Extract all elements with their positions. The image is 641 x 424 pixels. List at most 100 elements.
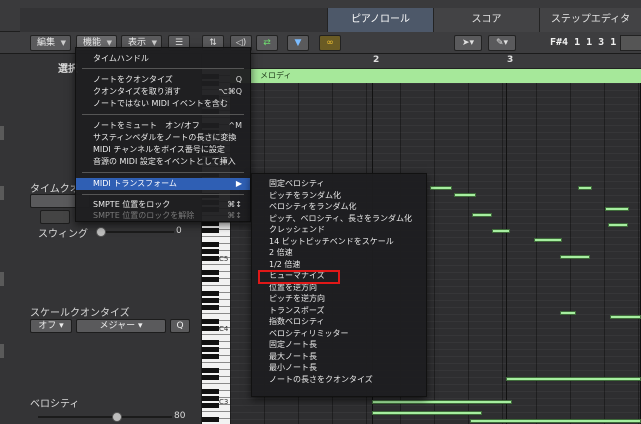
submenu-item-label: クレッシェンド (269, 225, 325, 234)
swing-slider-track[interactable] (100, 231, 174, 233)
submenu-item-label: 14 ビットピッチベンドをスケール (269, 236, 394, 246)
tab-bar-blank (20, 8, 327, 32)
piano-black-key[interactable] (202, 325, 219, 331)
piano-black-key[interactable] (202, 304, 219, 310)
submenu-item-min-note-length[interactable]: 最小ノート長 (252, 362, 426, 374)
panel-edge-handle[interactable] (0, 344, 4, 358)
tab-step-editor[interactable]: ステップエディタ (539, 8, 641, 32)
menu-item-quantize-notes[interactable]: ノートをクオンタイズ Q (76, 74, 250, 86)
submenu-item-fixed-note-length[interactable]: 固定ノート長 (252, 339, 426, 351)
menu-item-undo-quantize[interactable]: クオンタイズを取り消す ⌥⌘Q (76, 86, 250, 98)
key-label-c5: C5 (219, 255, 229, 263)
piano-black-key[interactable] (202, 346, 219, 352)
menu-item-shortcut: Q (235, 75, 242, 84)
midi-note[interactable] (605, 207, 629, 211)
menu-item-label: MIDI トランスフォーム (93, 179, 177, 188)
menu-item-channel-to-voice[interactable]: MIDI チャンネルをボイス番号に設定 (76, 144, 250, 156)
midi-note[interactable] (560, 311, 576, 315)
scale-off-label: オフ (38, 321, 57, 331)
link-icon: ∞ (326, 38, 334, 48)
menu-item-time-handles[interactable]: タイムハンドル (76, 53, 250, 65)
catch-button[interactable]: ⇄ (256, 35, 278, 51)
submenu-arrow-icon: ▶ (235, 179, 242, 188)
midi-note[interactable] (578, 186, 592, 190)
scale-root-popup[interactable]: オフ ▾ (30, 319, 72, 333)
midi-note[interactable] (372, 411, 482, 415)
scale-quantize-button[interactable]: Q (170, 319, 190, 333)
submenu-item-exponential-velocity[interactable]: 指数ベロシティ (252, 316, 426, 328)
piano-black-key[interactable] (202, 248, 219, 254)
piano-black-key[interactable] (202, 269, 219, 275)
swing-value: 0 (176, 226, 182, 236)
edit-menu-button[interactable]: 編集 ▼ (30, 35, 71, 51)
midi-note[interactable] (454, 193, 476, 197)
midi-note[interactable] (470, 419, 641, 423)
submenu-item-double-speed[interactable]: 2 倍速 (252, 247, 426, 259)
menu-item-insert-instrument-midi[interactable]: 音源の MIDI 設定をイベントとして挿入 (76, 156, 250, 168)
tab-score[interactable]: スコア (433, 8, 539, 32)
pencil-tool-button[interactable]: ✎▾ (488, 35, 516, 51)
filter-button[interactable]: ▼ (287, 35, 309, 51)
midi-note[interactable] (372, 400, 512, 404)
submenu-item-max-note-length[interactable]: 最大ノート長 (252, 351, 426, 363)
piano-black-key[interactable] (202, 290, 219, 296)
menu-item-sustain-to-length[interactable]: サスティンペダルをノートの長さに変換 (76, 132, 250, 144)
submenu-item-half-speed[interactable]: 1/2 倍速 (252, 259, 426, 271)
piano-black-key[interactable] (202, 255, 219, 261)
panel-edge-handle[interactable] (0, 272, 4, 286)
link-button[interactable]: ∞ (319, 35, 341, 51)
submenu-item-crescendo[interactable]: クレッシェンド (252, 224, 426, 236)
piano-black-key[interactable] (202, 416, 219, 422)
swing-slider-knob[interactable] (96, 227, 106, 237)
piano-black-key[interactable] (202, 318, 219, 324)
piano-black-key[interactable] (202, 388, 219, 394)
panel-edge-handle[interactable] (0, 186, 4, 200)
tab-piano-roll[interactable]: ピアノロール (327, 8, 433, 32)
submenu-item-quantize-note-length[interactable]: ノートの長さをクオンタイズ (252, 374, 426, 386)
submenu-item-fixed-velocity[interactable]: 固定ベロシティ (252, 178, 426, 190)
submenu-item-random-velocity[interactable]: ベロシティをランダム化 (252, 201, 426, 213)
submenu-item-label: 指数ベロシティ (269, 317, 325, 326)
piano-black-key[interactable] (202, 395, 219, 401)
piano-black-key[interactable] (202, 353, 219, 359)
piano-black-key[interactable] (202, 402, 219, 408)
midi-note[interactable] (560, 255, 590, 259)
menu-separator (82, 172, 244, 173)
chevron-down-icon: ▼ (60, 39, 66, 47)
piano-black-key[interactable] (202, 374, 219, 380)
piano-black-key[interactable] (202, 297, 219, 303)
submenu-item-transpose[interactable]: トランスポーズ (252, 305, 426, 317)
submenu-item-random-pitch[interactable]: ピッチをランダム化 (252, 190, 426, 202)
strength-field[interactable] (40, 210, 70, 224)
velocity-slider-knob[interactable] (112, 412, 122, 422)
submenu-item-scale-14bit-pitchbend[interactable]: 14 ビットピッチベンドをスケール (252, 236, 426, 248)
bar-ruler[interactable]: 2 3 (202, 54, 641, 69)
menu-item-label: SMPTE 位置のロックを解除 (93, 211, 195, 220)
piano-black-key[interactable] (202, 227, 219, 233)
submenu-item-label: 1/2 倍速 (269, 259, 301, 269)
pointer-tool-button[interactable]: ➤▾ (454, 35, 482, 51)
midi-note[interactable] (610, 315, 641, 319)
scale-type-popup[interactable]: メジャー ▾ (76, 319, 166, 333)
midi-note[interactable] (506, 377, 641, 381)
submenu-item-velocity-limiter[interactable]: ベロシティリミッター (252, 328, 426, 340)
panel-edge-handle[interactable] (0, 126, 4, 140)
menu-item-mute-notes[interactable]: ノートをミュート オン/オフ ^M (76, 120, 250, 132)
toolbar-right-button[interactable] (620, 35, 641, 51)
midi-note[interactable] (430, 186, 452, 190)
menu-item-midi-transform[interactable]: MIDI トランスフォーム ▶ (76, 178, 250, 190)
midi-note[interactable] (492, 229, 510, 233)
piano-black-key[interactable] (202, 367, 219, 373)
midi-region-header[interactable]: メロディ (202, 69, 641, 83)
midi-note[interactable] (608, 223, 628, 227)
velocity-slider-track[interactable] (38, 416, 172, 418)
midi-note[interactable] (472, 213, 492, 217)
piano-black-key[interactable] (202, 276, 219, 282)
piano-black-key[interactable] (202, 241, 219, 247)
submenu-item-random-pitch-velocity-length[interactable]: ピッチ、ベロシティ、長さをランダム化 (252, 213, 426, 225)
midi-note[interactable] (534, 238, 562, 242)
piano-black-key[interactable] (202, 339, 219, 345)
menu-item-include-non-note-events[interactable]: ノートではない MIDI イベントを含む (76, 98, 250, 110)
submenu-item-reverse-pitch[interactable]: ピッチを逆方向 (252, 293, 426, 305)
submenu-item-label: 2 倍速 (269, 248, 293, 257)
